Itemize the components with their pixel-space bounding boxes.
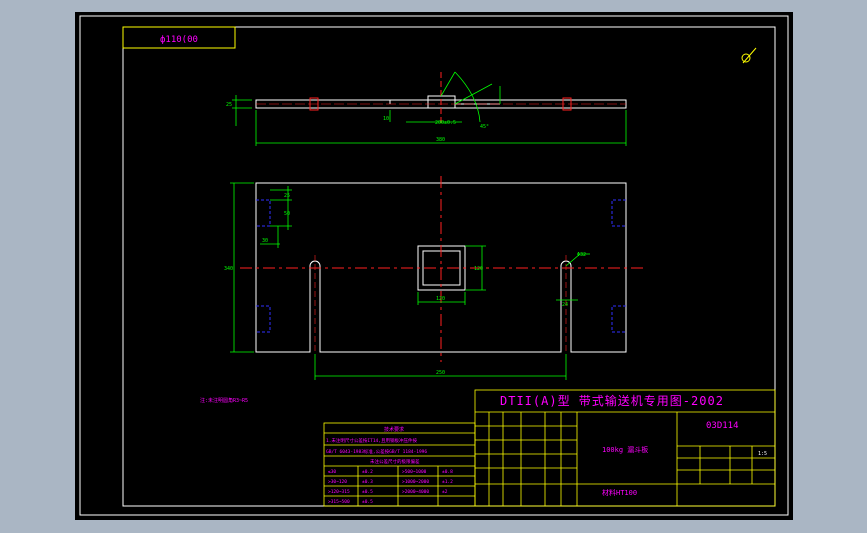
tolerance-cell: ±0.2 bbox=[362, 469, 373, 475]
dim-bottom-width: 250 bbox=[436, 370, 445, 376]
dim-top-height: 25 bbox=[226, 102, 232, 108]
tolerance-cell: ±0.5 bbox=[362, 499, 373, 505]
paper-background bbox=[75, 12, 793, 520]
dim-left-height: 340 bbox=[224, 266, 233, 272]
tolerance-cell: ±2 bbox=[442, 489, 448, 495]
cad-viewport: ф110(00 380 25 10 200±0.5 45° 340 25 50 … bbox=[0, 0, 867, 533]
dim-right-slot: 24 bbox=[562, 302, 568, 308]
tolerance-cell: >500~1000 bbox=[402, 469, 427, 475]
tolerance-cell: >30~120 bbox=[328, 479, 347, 485]
drawing-tag: ф110(00 bbox=[160, 35, 198, 45]
tolerance-cell: >120~315 bbox=[328, 489, 350, 495]
dim-top-small: 10 bbox=[383, 116, 389, 122]
dim-left-c: 30 bbox=[262, 238, 268, 244]
drawing-number: 03D114 bbox=[706, 421, 739, 431]
dim-center-square: 120 bbox=[474, 266, 483, 272]
cad-drawing: ф110(00 380 25 10 200±0.5 45° 340 25 50 … bbox=[75, 12, 793, 520]
tolerance-cell: >1000~2000 bbox=[402, 479, 429, 485]
tolerance-cell: ±0.5 bbox=[362, 489, 373, 495]
tolerance-cell: >315~500 bbox=[328, 499, 350, 505]
scale: 1:5 bbox=[758, 451, 767, 457]
tolerance-cell: ±0.8 bbox=[442, 469, 453, 475]
tech-line-1: 1.未注明尺寸公差按IT14,且用钢板冲压件按 bbox=[326, 437, 417, 444]
dim-top-angle: 45° bbox=[480, 124, 489, 130]
dim-right-hole: Φ32 bbox=[577, 252, 586, 258]
tech-table-header: 未注公差尺寸的极限偏差 bbox=[370, 458, 420, 465]
part-name: 100kg 漏斗板 bbox=[602, 445, 648, 454]
dim-left-b: 50 bbox=[284, 211, 290, 217]
dim-top-length: 380 bbox=[436, 137, 445, 143]
dim-top-center: 200±0.5 bbox=[435, 120, 456, 126]
tolerance-cell: ±0.3 bbox=[362, 479, 373, 485]
material: 材料HT100 bbox=[602, 488, 637, 497]
tolerance-cell: ±1.2 bbox=[442, 479, 453, 485]
tolerance-cell: >2000~4000 bbox=[402, 489, 429, 495]
dim-center-side: 120 bbox=[436, 296, 445, 302]
left-note: 注:未注明圆角R3~R5 bbox=[200, 397, 248, 404]
tech-line-2: GB/T 6043-1983标准,公差按GB/T 1184-1996 bbox=[326, 448, 427, 455]
main-title: DTII(A)型 带式输送机专用图-2002 bbox=[500, 393, 724, 408]
dim-left-a: 25 bbox=[284, 193, 290, 199]
tech-header: 技术要求 bbox=[384, 426, 404, 433]
tolerance-cell: ≤30 bbox=[328, 469, 336, 475]
